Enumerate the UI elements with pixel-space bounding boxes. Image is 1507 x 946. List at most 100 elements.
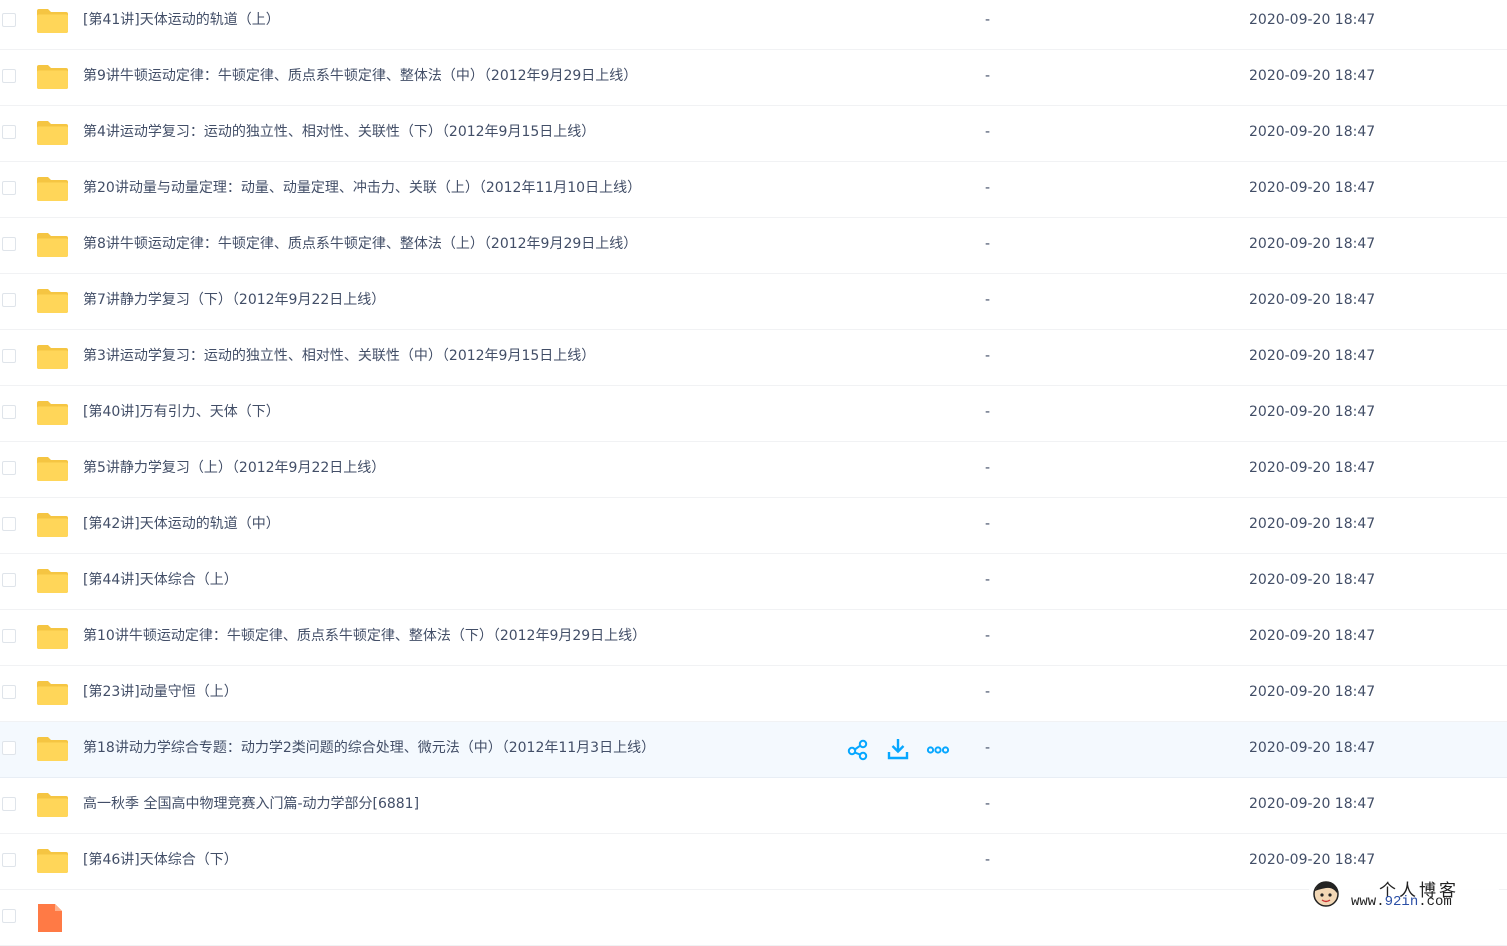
file-row[interactable] [0, 890, 1507, 946]
file-size: - [985, 67, 990, 85]
file-row[interactable]: 第5讲静力学复习（上）（2012年9月22日上线） - 2020-09-20 18:… [0, 442, 1507, 498]
file-list: [第41讲]天体运动的轨道（上） - 2020-09-20 18:47 第9讲牛顿运动… [0, 0, 1507, 946]
file-name-link[interactable]: 高一秋季 全国高中物理竞赛入门篇-动力学部分[6881] [83, 795, 419, 813]
file-name-link[interactable]: [第23讲]动量守恒（上） [83, 683, 238, 701]
file-row[interactable]: 第8讲牛顿运动定律：牛顿定律、质点系牛顿定律、整体法（上）（2012年9月29日… [0, 218, 1507, 274]
file-name-link[interactable]: [第46讲]天体综合（下） [83, 851, 238, 869]
file-name-link[interactable]: 第3讲运动学复习：运动的独立性、相对性、关联性（中）（2012年9月15日上线） [83, 347, 595, 365]
modified-date: 2020-09-20 18:47 [1249, 291, 1375, 309]
watermark: 个人博客 www.92in.com [1309, 877, 1499, 911]
share-icon[interactable] [846, 737, 870, 761]
file-name-link[interactable]: [第42讲]天体运动的轨道（中） [83, 515, 280, 533]
row-checkbox[interactable] [2, 405, 16, 419]
file-name-link[interactable]: [第44讲]天体综合（上） [83, 571, 238, 589]
row-checkbox[interactable] [2, 181, 16, 195]
file-name-link[interactable]: 第9讲牛顿运动定律：牛顿定律、质点系牛顿定律、整体法（中）（2012年9月29日… [83, 67, 637, 85]
file-name-link[interactable]: 第18讲动力学综合专题：动力学2类问题的综合处理、微元法（中）（2012年11月… [83, 739, 655, 757]
modified-date: 2020-09-20 18:47 [1249, 739, 1375, 757]
row-checkbox[interactable] [2, 741, 16, 755]
modified-date: 2020-09-20 18:47 [1249, 235, 1375, 253]
folder-icon [36, 568, 69, 594]
modified-date: 2020-09-20 18:47 [1249, 795, 1375, 813]
file-size: - [985, 179, 990, 197]
modified-date: 2020-09-20 18:47 [1249, 627, 1375, 645]
modified-date: 2020-09-20 18:47 [1249, 11, 1375, 29]
file-size: - [985, 795, 990, 813]
row-checkbox[interactable] [2, 517, 16, 531]
folder-icon [36, 232, 69, 258]
file-size: - [985, 851, 990, 869]
modified-date: 2020-09-20 18:47 [1249, 347, 1375, 365]
row-checkbox[interactable] [2, 293, 16, 307]
file-row[interactable]: 高一秋季 全国高中物理竞赛入门篇-动力学部分[6881] - 2020-09-20 … [0, 778, 1507, 834]
folder-icon [36, 176, 69, 202]
file-row[interactable]: 第20讲动量与动量定理：动量、动量定理、冲击力、关联（上）（2012年11月10… [0, 162, 1507, 218]
file-size: - [985, 347, 990, 365]
file-name-link[interactable]: 第8讲牛顿运动定律：牛顿定律、质点系牛顿定律、整体法（上）（2012年9月29日… [83, 235, 637, 253]
modified-date: 2020-09-20 18:47 [1249, 459, 1375, 477]
folder-icon [36, 792, 69, 818]
file-icon [36, 902, 64, 934]
file-row[interactable]: [第40讲]万有引力、天体（下）-2020-09-20 18:47 [0, 386, 1507, 442]
file-size: - [985, 627, 990, 645]
file-size: - [985, 123, 990, 141]
row-checkbox[interactable] [2, 685, 16, 699]
folder-icon [36, 344, 69, 370]
file-row[interactable]: 第7讲静力学复习（下）（2012年9月22日上线） - 2020-09-20 18:… [0, 274, 1507, 330]
file-size: - [985, 11, 990, 29]
folder-icon [36, 512, 69, 538]
row-checkbox[interactable] [2, 573, 16, 587]
modified-date: 2020-09-20 18:47 [1249, 179, 1375, 197]
modified-date: 2020-09-20 18:47 [1249, 571, 1375, 589]
folder-icon [36, 120, 69, 146]
watermark-url: www.92in.com [1351, 894, 1452, 910]
file-row[interactable]: 第3讲运动学复习：运动的独立性、相对性、关联性（中）（2012年9月15日上线）… [0, 330, 1507, 386]
file-size: - [985, 739, 990, 757]
watermark-url-prefix: www. [1351, 894, 1385, 910]
file-name-link[interactable]: 第7讲静力学复习（下）（2012年9月22日上线） [83, 291, 385, 309]
watermark-url-suffix: .com [1418, 894, 1452, 910]
row-checkbox[interactable] [2, 125, 16, 139]
file-size: - [985, 683, 990, 701]
folder-icon [36, 736, 69, 762]
row-checkbox[interactable] [2, 349, 16, 363]
file-size: - [985, 515, 990, 533]
modified-date: 2020-09-20 18:47 [1249, 515, 1375, 533]
modified-date: 2020-09-20 18:47 [1249, 123, 1375, 141]
row-checkbox[interactable] [2, 797, 16, 811]
file-row[interactable]: [第46讲]天体综合（下） - 2020-09-20 18:47 [0, 834, 1507, 890]
file-row[interactable]: 第9讲牛顿运动定律：牛顿定律、质点系牛顿定律、整体法（中）（2012年9月29日… [0, 50, 1507, 106]
watermark-logo-icon [1311, 879, 1341, 909]
modified-date: 2020-09-20 18:47 [1249, 851, 1375, 869]
row-checkbox[interactable] [2, 69, 16, 83]
file-size: - [985, 459, 990, 477]
row-checkbox[interactable] [2, 461, 16, 475]
file-name-link[interactable]: 第5讲静力学复习（上）（2012年9月22日上线） [83, 459, 385, 477]
file-name-link[interactable]: [第41讲]天体运动的轨道（上） [83, 11, 280, 29]
file-size: - [985, 403, 990, 421]
folder-icon [36, 624, 69, 650]
file-row[interactable]: [第42讲]天体运动的轨道（中） - 2020-09-20 18:47 [0, 498, 1507, 554]
folder-icon [36, 8, 69, 34]
file-size: - [985, 291, 990, 309]
file-name-link[interactable]: 第20讲动量与动量定理：动量、动量定理、冲击力、关联（上）（2012年11月10… [83, 179, 641, 197]
file-row[interactable]: 第18讲动力学综合专题：动力学2类问题的综合处理、微元法（中）（2012年11月… [0, 722, 1507, 778]
file-row[interactable]: [第41讲]天体运动的轨道（上） - 2020-09-20 18:47 [0, 0, 1507, 50]
folder-icon [36, 400, 69, 426]
row-checkbox[interactable] [2, 909, 16, 923]
row-checkbox[interactable] [2, 13, 16, 27]
file-name-link[interactable]: 第4讲运动学复习：运动的独立性、相对性、关联性（下）（2012年9月15日上线） [83, 123, 595, 141]
row-checkbox[interactable] [2, 237, 16, 251]
modified-date: 2020-09-20 18:47 [1249, 683, 1375, 701]
watermark-url-highlight: 92in [1385, 894, 1419, 910]
row-checkbox[interactable] [2, 629, 16, 643]
download-icon[interactable] [886, 737, 910, 761]
file-name-link[interactable]: 第10讲牛顿运动定律：牛顿定律、质点系牛顿定律、整体法（下）（2012年9月29… [83, 627, 646, 645]
file-row[interactable]: [第44讲]天体综合（上）-2020-09-20 18:47 [0, 554, 1507, 610]
more-icon[interactable] [926, 737, 950, 761]
file-name-link[interactable]: [第40讲]万有引力、天体（下） [83, 403, 280, 421]
file-row[interactable]: 第10讲牛顿运动定律：牛顿定律、质点系牛顿定律、整体法（下）（2012年9月29… [0, 610, 1507, 666]
file-row[interactable]: 第4讲运动学复习：运动的独立性、相对性、关联性（下）（2012年9月15日上线）… [0, 106, 1507, 162]
row-checkbox[interactable] [2, 853, 16, 867]
file-row[interactable]: [第23讲]动量守恒（上） - 2020-09-20 18:47 [0, 666, 1507, 722]
